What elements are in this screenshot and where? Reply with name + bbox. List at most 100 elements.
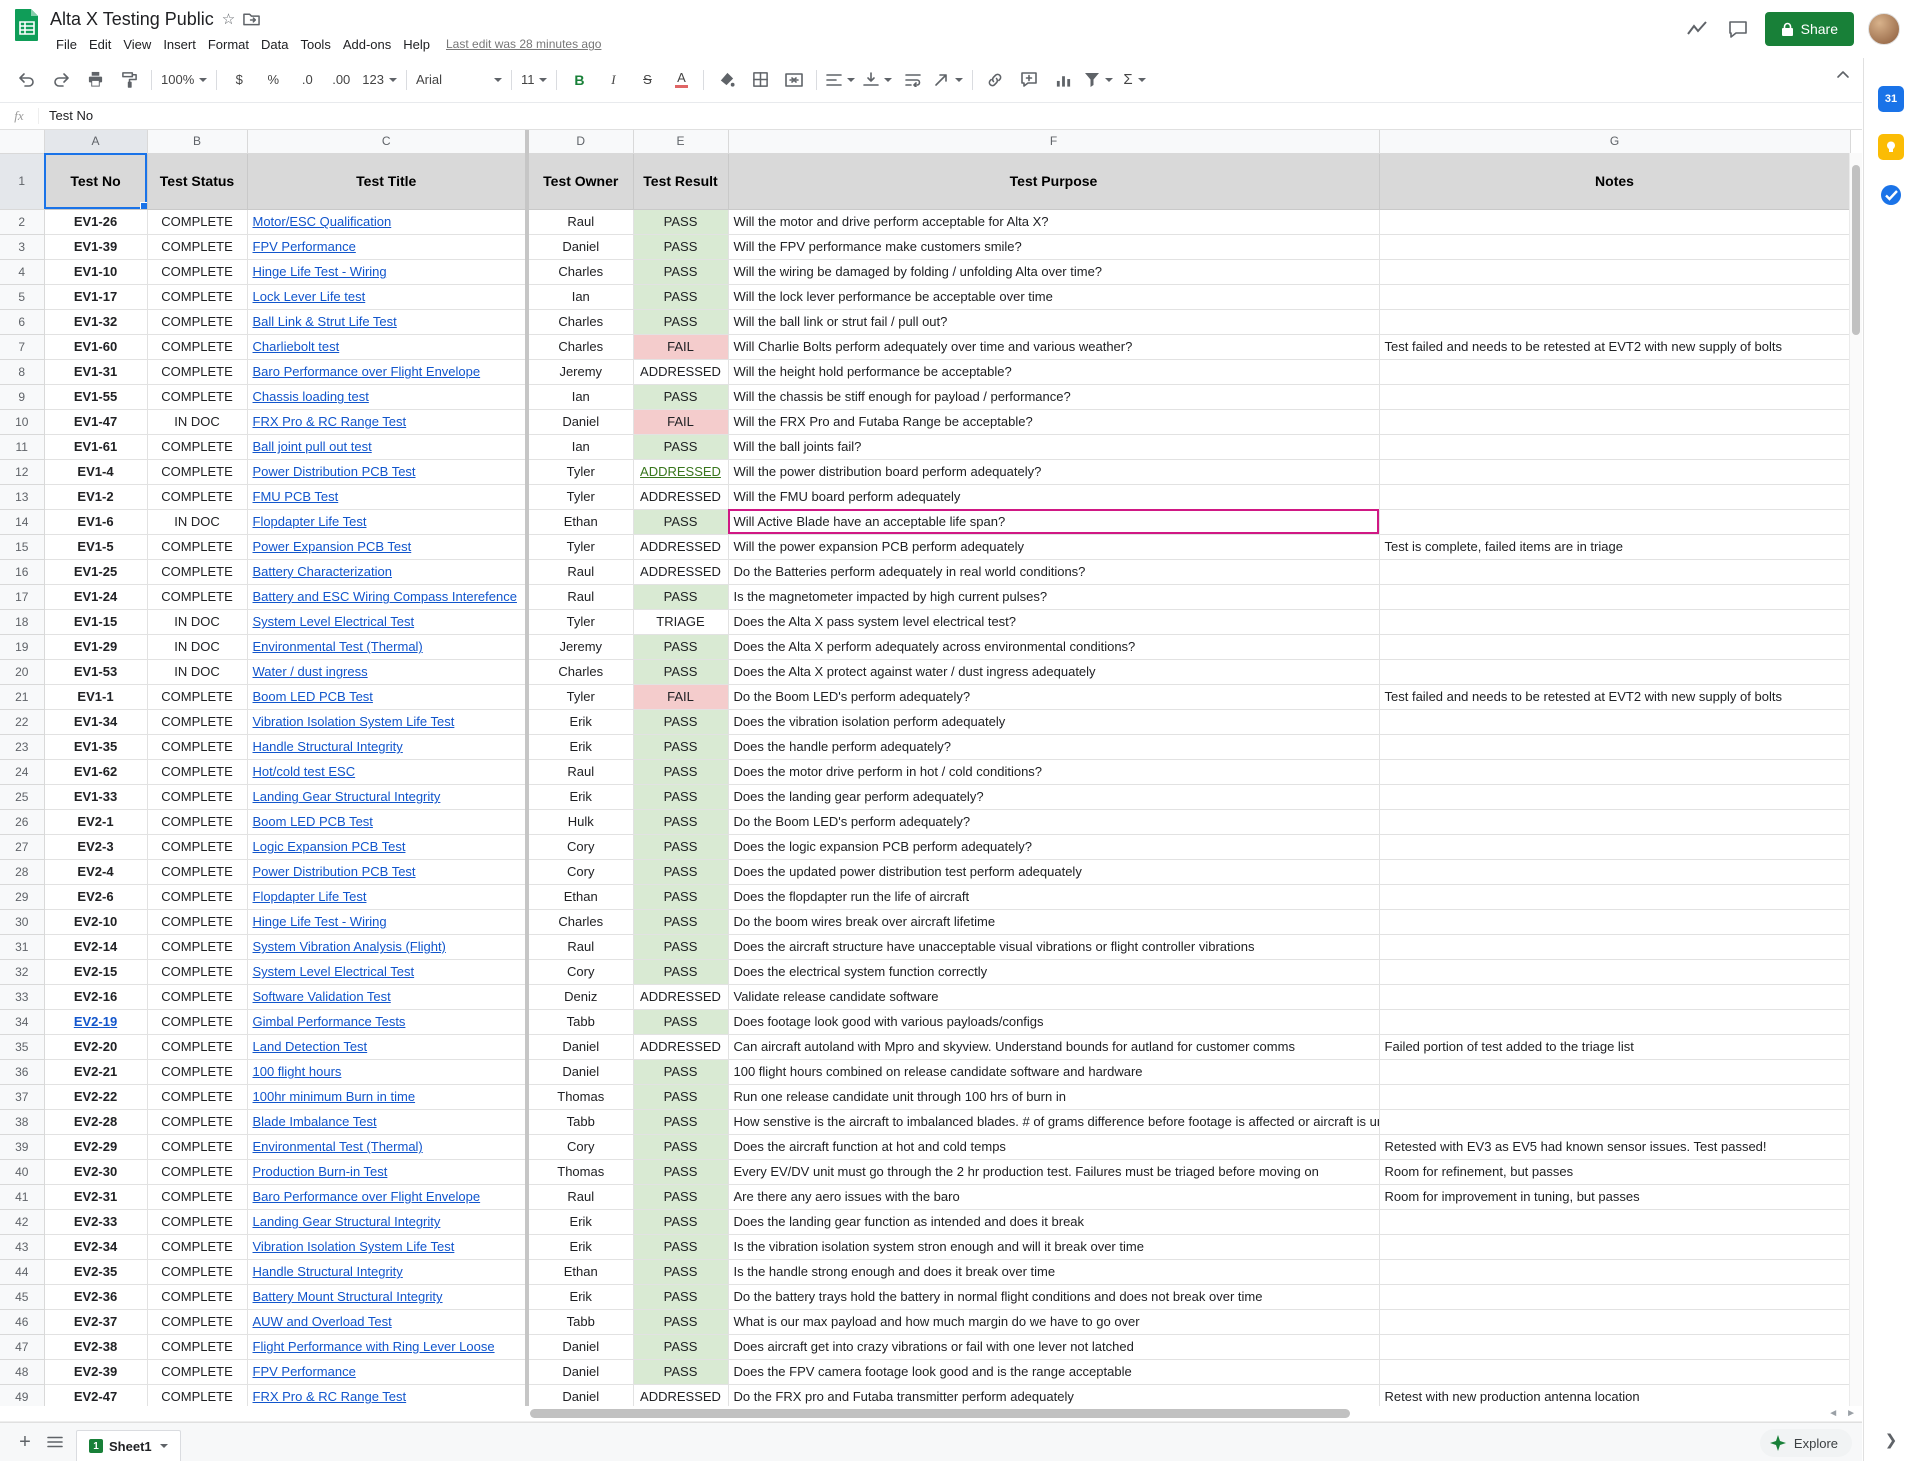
cell-F27[interactable]: Does the logic expansion PCB perform ade… [728,834,1379,859]
cell-E29[interactable]: PASS [633,884,728,909]
cell-C17[interactable]: Battery and ESC Wiring Compass Interefen… [247,584,527,609]
cell-E24[interactable]: PASS [633,759,728,784]
cell-B8[interactable]: COMPLETE [147,359,247,384]
cell-A16[interactable]: EV1-25 [44,559,147,584]
cell-B45[interactable]: COMPLETE [147,1284,247,1309]
cell-A28[interactable]: EV2-4 [44,859,147,884]
cell-F1[interactable]: Test Purpose [728,153,1379,209]
cell-G19[interactable] [1379,634,1850,659]
cell-A4[interactable]: EV1-10 [44,259,147,284]
cell-F46[interactable]: What is our max payload and how much mar… [728,1309,1379,1334]
cell-E2[interactable]: PASS [633,209,728,234]
cell-F24[interactable]: Does the motor drive perform in hot / co… [728,759,1379,784]
cell-A22[interactable]: EV1-34 [44,709,147,734]
cell-A20[interactable]: EV1-53 [44,659,147,684]
cell-A24[interactable]: EV1-62 [44,759,147,784]
share-button[interactable]: Share [1765,12,1854,46]
cell-F8[interactable]: Will the height hold performance be acce… [728,359,1379,384]
cell-B49[interactable]: COMPLETE [147,1384,247,1406]
cell-G41[interactable]: Room for improvement in tuning, but pass… [1379,1184,1850,1209]
cell-A48[interactable]: EV2-39 [44,1359,147,1384]
cell-B3[interactable]: COMPLETE [147,234,247,259]
row-header-7[interactable]: 7 [0,334,44,359]
cell-F10[interactable]: Will the FRX Pro and Futaba Range be acc… [728,409,1379,434]
cell-C6[interactable]: Ball Link & Strut Life Test [247,309,527,334]
cell-A30[interactable]: EV2-10 [44,909,147,934]
cell-C1[interactable]: Test Title [247,153,527,209]
cell-B26[interactable]: COMPLETE [147,809,247,834]
cell-B15[interactable]: COMPLETE [147,534,247,559]
cell-C14[interactable]: Flopdapter Life Test [247,509,527,534]
cell-B34[interactable]: COMPLETE [147,1009,247,1034]
cell-E45[interactable]: PASS [633,1284,728,1309]
cell-B36[interactable]: COMPLETE [147,1059,247,1084]
cell-G27[interactable] [1379,834,1850,859]
cell-B44[interactable]: COMPLETE [147,1259,247,1284]
column-header-B[interactable]: B [147,130,247,154]
zoom-select[interactable]: 100% [157,66,211,94]
cell-D4[interactable]: Charles [527,259,633,284]
cell-D16[interactable]: Raul [527,559,633,584]
row-header-1[interactable]: 1 [0,153,44,209]
cell-F26[interactable]: Do the Boom LED's perform adequately? [728,809,1379,834]
cell-D20[interactable]: Charles [527,659,633,684]
cell-E19[interactable]: PASS [633,634,728,659]
cell-F13[interactable]: Will the FMU board perform adequately [728,484,1379,509]
cell-B4[interactable]: COMPLETE [147,259,247,284]
row-header-34[interactable]: 34 [0,1009,44,1034]
cell-C2[interactable]: Motor/ESC Qualification [247,209,527,234]
cell-C26[interactable]: Boom LED PCB Test [247,809,527,834]
cell-G34[interactable] [1379,1009,1850,1034]
cell-A17[interactable]: EV1-24 [44,584,147,609]
row-header-46[interactable]: 46 [0,1309,44,1334]
cell-C43[interactable]: Vibration Isolation System Life Test [247,1234,527,1259]
row-header-28[interactable]: 28 [0,859,44,884]
cell-B2[interactable]: COMPLETE [147,209,247,234]
cell-E23[interactable]: PASS [633,734,728,759]
cell-F25[interactable]: Does the landing gear perform adequately… [728,784,1379,809]
cell-E7[interactable]: FAIL [633,334,728,359]
row-header-26[interactable]: 26 [0,809,44,834]
cell-E35[interactable]: ADDRESSED [633,1034,728,1059]
row-header-12[interactable]: 12 [0,459,44,484]
cell-C24[interactable]: Hot/cold test ESC [247,759,527,784]
corner-cell[interactable] [0,130,44,154]
cell-G9[interactable] [1379,384,1850,409]
column-header-A[interactable]: A [44,130,147,154]
cell-A25[interactable]: EV1-33 [44,784,147,809]
cell-C49[interactable]: FRX Pro & RC Range Test [247,1384,527,1406]
cell-F36[interactable]: 100 flight hours combined on release can… [728,1059,1379,1084]
cell-B33[interactable]: COMPLETE [147,984,247,1009]
cell-G25[interactable] [1379,784,1850,809]
cell-C27[interactable]: Logic Expansion PCB Test [247,834,527,859]
cell-A35[interactable]: EV2-20 [44,1034,147,1059]
column-header-G[interactable]: G [1379,130,1850,154]
cell-G37[interactable] [1379,1084,1850,1109]
italic-button[interactable]: I [596,66,630,94]
cell-D27[interactable]: Cory [527,834,633,859]
cell-B16[interactable]: COMPLETE [147,559,247,584]
insert-comment-button[interactable] [1012,66,1046,94]
cell-D39[interactable]: Cory [527,1134,633,1159]
cell-D11[interactable]: Ian [527,434,633,459]
cell-G7[interactable]: Test failed and needs to be retested at … [1379,334,1850,359]
row-header-19[interactable]: 19 [0,634,44,659]
cell-A10[interactable]: EV1-47 [44,409,147,434]
cell-F16[interactable]: Do the Batteries perform adequately in r… [728,559,1379,584]
cell-F22[interactable]: Does the vibration isolation perform ade… [728,709,1379,734]
cell-F11[interactable]: Will the ball joints fail? [728,434,1379,459]
cell-B27[interactable]: COMPLETE [147,834,247,859]
cell-D14[interactable]: Ethan [527,509,633,534]
cell-C48[interactable]: FPV Performance [247,1359,527,1384]
cell-D3[interactable]: Daniel [527,234,633,259]
keep-icon[interactable] [1878,134,1904,160]
cell-E39[interactable]: PASS [633,1134,728,1159]
row-header-3[interactable]: 3 [0,234,44,259]
cell-D36[interactable]: Daniel [527,1059,633,1084]
cell-G26[interactable] [1379,809,1850,834]
cell-C29[interactable]: Flopdapter Life Test [247,884,527,909]
cell-A23[interactable]: EV1-35 [44,734,147,759]
text-rotation-button[interactable] [930,66,967,94]
cell-E15[interactable]: ADDRESSED [633,534,728,559]
cell-E28[interactable]: PASS [633,859,728,884]
